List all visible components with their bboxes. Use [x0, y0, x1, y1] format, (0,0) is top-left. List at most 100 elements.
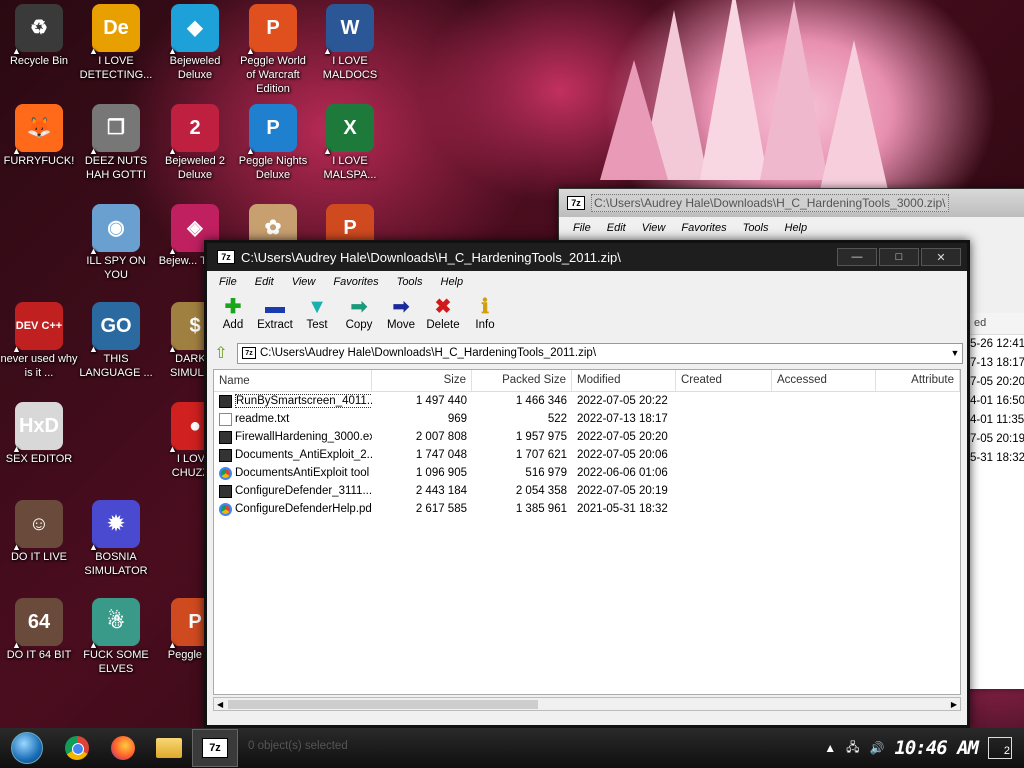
desktop-icon[interactable]: ♻ ▲ Recycle Bin — [0, 4, 78, 68]
file-modified: 2022-07-05 20:20 — [577, 431, 668, 443]
desktop-icon[interactable]: ☺ ▲ DO IT LIVE — [0, 500, 78, 564]
copy-button[interactable]: ➡ Copy — [339, 293, 379, 339]
desktop-icon[interactable]: P ▲ Peggle World of Warcraft Edition — [234, 4, 312, 96]
table-row[interactable]: ConfigureDefender_3111.... 2 443 184 2 054… — [214, 482, 960, 500]
column-header-accessed[interactable]: Accessed — [772, 370, 876, 391]
column-header-modified[interactable]: Modified — [572, 370, 676, 391]
desktop-icon-image: ❐ — [92, 104, 140, 152]
shortcut-arrow-icon: ▲ — [168, 640, 177, 650]
column-header-size[interactable]: Size — [372, 370, 472, 391]
desktop-icon[interactable]: De ▲ I LOVE DETECTING... — [77, 4, 155, 82]
horizontal-scrollbar[interactable]: ◀ ▶ — [213, 697, 961, 711]
address-bar[interactable]: 7z C:\Users\Audrey Hale\Downloads\H_C_Ha… — [237, 342, 963, 364]
chevron-down-icon[interactable]: ▼ — [948, 348, 962, 358]
desktop-icon[interactable]: 64 ▲ DO IT 64 BIT — [0, 598, 78, 662]
table-row[interactable]: FirewallHardening_3000.exe 2 007 808 1 957… — [214, 428, 960, 446]
menu-edit[interactable]: Edit — [255, 276, 274, 288]
background-window-partial-column: ed 5-26 12:41 7-13 18:17 7-05 20:20 4-01 16… — [967, 313, 1024, 689]
desktop-icon[interactable]: 🦊 ▲ FURRYFUCK! — [0, 104, 78, 168]
desktop-icon[interactable]: P ▲ Peggle Nights Deluxe — [234, 104, 312, 182]
file-list[interactable]: Name Size Packed Size Modified Created Access… — [213, 369, 961, 695]
menu-file[interactable]: File — [219, 276, 237, 288]
taskbar-7zip[interactable]: 7z — [192, 729, 238, 767]
table-row[interactable]: ConfigureDefenderHelp.pdf 2 617 585 1 385 … — [214, 500, 960, 518]
close-button[interactable]: ✕ — [921, 248, 961, 266]
extract-button[interactable]: ▬ Extract — [255, 293, 295, 339]
network-icon[interactable]: 🖧 — [846, 738, 859, 759]
scroll-right-icon[interactable]: ▶ — [951, 700, 957, 709]
menu-tools[interactable]: Tools — [397, 276, 423, 288]
file-name: FirewallHardening_3000.exe — [235, 431, 372, 443]
minimize-button[interactable]: — — [837, 248, 877, 266]
scrollbar-thumb[interactable] — [228, 700, 538, 709]
add-button[interactable]: ✚ Add — [213, 293, 253, 339]
table-row[interactable]: readme.txt 969 522 2022-07-13 18:17 — [214, 410, 960, 428]
desktop-icon-label: Peggle Nights Deluxe — [238, 155, 308, 181]
folder-icon — [156, 738, 182, 758]
window-titlebar[interactable]: 7z C:\Users\Audrey Hale\Downloads\H_C_Ha… — [207, 243, 967, 271]
taskbar-chrome[interactable] — [54, 729, 100, 767]
desktop-icon[interactable]: W ▲ I LOVE MALDOCS — [311, 4, 389, 82]
desktop-icon[interactable]: ❐ ▲ DEEZ NUTS HAH GOTTI — [77, 104, 155, 182]
file-size: 1 096 905 — [415, 467, 467, 479]
menu-edit[interactable]: Edit — [607, 222, 626, 234]
table-row[interactable]: Documents_AntiExploit_2... 1 747 048 1 707… — [214, 446, 960, 464]
file-name: readme.txt — [235, 413, 290, 425]
desktop-icon[interactable]: 2 ▲ Bejeweled 2 Deluxe — [156, 104, 234, 182]
column-header-created[interactable]: Created — [676, 370, 772, 391]
menu-view[interactable]: View — [642, 222, 666, 234]
clock[interactable]: 10:46 AM — [894, 737, 979, 759]
menu-help[interactable]: Help — [441, 276, 464, 288]
partial-cell: 7-05 20:20 — [970, 376, 1024, 388]
show-hidden-icons-icon[interactable]: ▲ — [824, 741, 836, 755]
menu-favorites[interactable]: Favorites — [681, 222, 726, 234]
column-header-attribute[interactable]: Attribute — [876, 370, 960, 391]
taskbar-firefox[interactable] — [100, 729, 146, 767]
column-header-packed-size[interactable]: Packed Size — [472, 370, 572, 391]
shortcut-arrow-icon: ▲ — [89, 640, 98, 650]
menu-tools[interactable]: Tools — [743, 222, 769, 234]
test-button[interactable]: ▼ Test — [297, 293, 337, 339]
file-packed-size: 1 957 975 — [515, 431, 567, 443]
desktop-icon-image: De — [92, 4, 140, 52]
info-button[interactable]: ℹ Info — [465, 293, 505, 339]
desktop-icon[interactable]: ☃ ▲ FUCK SOME ELVES — [77, 598, 155, 676]
menu-help[interactable]: Help — [785, 222, 808, 234]
exe-file-icon — [219, 394, 232, 408]
delete-button[interactable]: ✖ Delete — [423, 293, 463, 339]
desktop-icon[interactable]: GO ▲ THIS LANGUAGE ... — [77, 302, 155, 380]
column-header-name[interactable]: Name — [214, 370, 372, 391]
desktop-icon-label: I LOVE MALDOCS — [322, 55, 378, 81]
volume-icon[interactable]: 🔊 — [870, 741, 885, 755]
shortcut-arrow-icon: ▲ — [12, 46, 21, 56]
firefox-icon — [111, 736, 135, 760]
7zip-window[interactable]: 7z C:\Users\Audrey Hale\Downloads\H_C_Ha… — [204, 240, 970, 728]
start-button[interactable] — [0, 729, 54, 767]
archive-icon: 7z — [242, 347, 256, 359]
scroll-left-icon[interactable]: ◀ — [217, 700, 223, 709]
menu-file[interactable]: File — [573, 222, 591, 234]
desktop-icon[interactable]: HxD ▲ SEX EDITOR — [0, 402, 78, 466]
desktop-icon-label: never used why is it ... — [0, 353, 78, 379]
taskbar-explorer[interactable] — [146, 729, 192, 767]
move-button[interactable]: ➡ Move — [381, 293, 421, 339]
background-window-titlebar[interactable]: 7z C:\Users\Audrey Hale\Downloads\H_C_Ha… — [559, 189, 1024, 217]
menu-favorites[interactable]: Favorites — [333, 276, 378, 288]
desktop-icon[interactable]: ◆ ▲ Bejeweled Deluxe — [156, 4, 234, 82]
maximize-button[interactable]: □ — [879, 248, 919, 266]
desktop-icon[interactable]: ✹ ▲ BOSNIA SIMULATOR — [77, 500, 155, 578]
up-folder-icon[interactable]: ⇧ — [211, 343, 231, 363]
table-row[interactable]: DocumentsAntiExploit tool ... 1 096 905 51… — [214, 464, 960, 482]
file-name: ConfigureDefenderHelp.pdf — [235, 503, 372, 515]
toolbar-label: Add — [222, 319, 244, 331]
desktop-icon-image: HxD — [15, 402, 63, 450]
desktop-icon[interactable]: ◉ ▲ ILL SPY ON YOU — [77, 204, 155, 282]
menu-view[interactable]: View — [292, 276, 316, 288]
partial-cell: 4-01 16:50 — [970, 395, 1024, 407]
table-row[interactable]: RunBySmartscreen_4011.... 1 497 440 1 466 … — [214, 392, 960, 410]
desktop-icon[interactable]: X ▲ I LOVE MALSPA... — [311, 104, 389, 182]
desktop-icon[interactable]: DEV C++ ▲ never used why is it ... — [0, 302, 78, 380]
desktop-icon-label: Bejeweled Deluxe — [169, 55, 221, 81]
notification-icon[interactable]: 2 — [988, 737, 1012, 759]
desktop-icon-image: ✹ — [92, 500, 140, 548]
